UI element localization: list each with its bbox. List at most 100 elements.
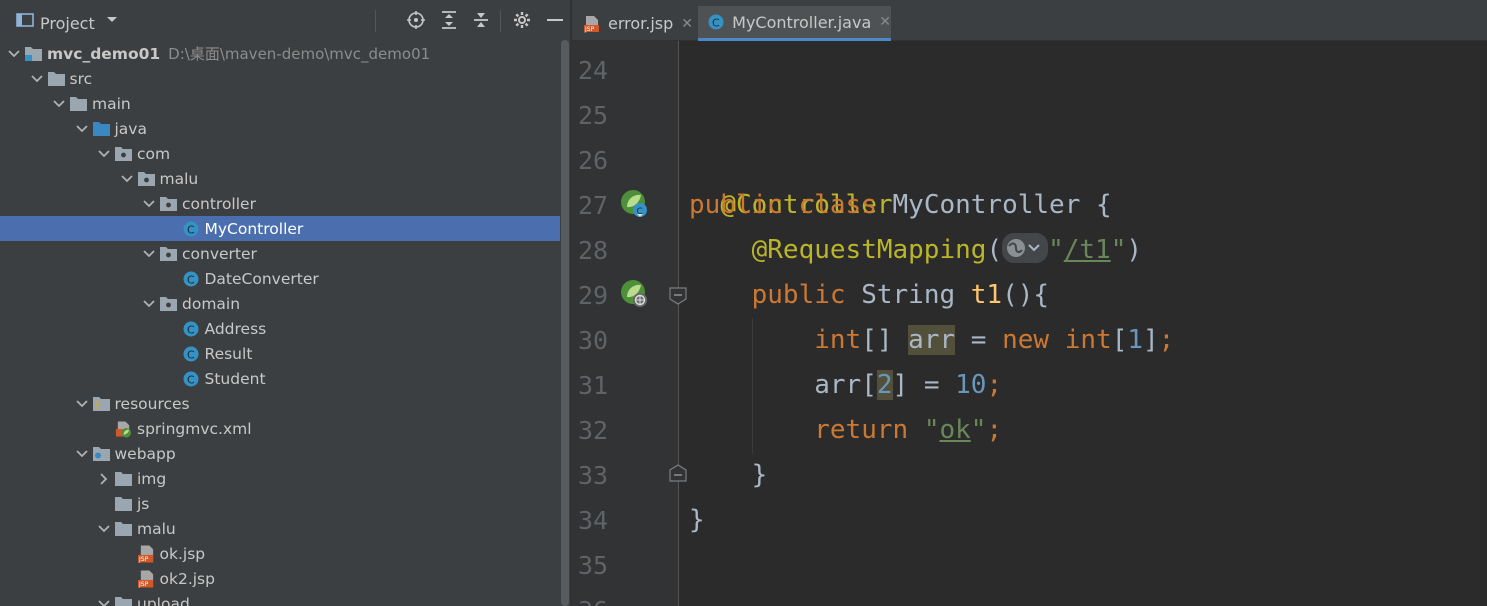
- svg-text:C: C: [187, 223, 195, 236]
- tree-item-address[interactable]: C Address: [0, 316, 570, 341]
- tree-item-label: com: [137, 144, 171, 163]
- tree-item-malu[interactable]: malu: [0, 516, 570, 541]
- tree-item-label: converter: [182, 244, 257, 263]
- url-path-token[interactable]: /t1: [1064, 235, 1111, 265]
- tree-item-label: ok2.jsp: [159, 569, 215, 588]
- chevron-down-icon[interactable]: [75, 441, 89, 466]
- tree-item-label: js: [137, 494, 150, 513]
- tree-item-springmvc-xml[interactable]: springmvc.xml: [0, 416, 570, 441]
- minimize-icon[interactable]: [545, 0, 565, 40]
- chevron-down-icon[interactable]: [75, 391, 89, 416]
- operator-token: ] =: [892, 370, 956, 400]
- string-token: ": [1110, 235, 1127, 265]
- brace-token: }: [689, 505, 705, 535]
- chevron-down-icon[interactable]: [97, 591, 111, 606]
- jsp-file-icon: JSP: [137, 541, 155, 566]
- tree-item-img[interactable]: img: [0, 466, 570, 491]
- tree-item-com[interactable]: com: [0, 141, 570, 166]
- tree-item-ok2-jsp[interactable]: JSP ok2.jsp: [0, 566, 570, 591]
- line-number: 34: [578, 506, 609, 535]
- brace-token: {: [1096, 190, 1112, 220]
- tree-item-main[interactable]: main: [0, 91, 570, 116]
- line-number: 26: [578, 146, 609, 175]
- tree-item-label: malu: [159, 169, 199, 188]
- tree-item-java[interactable]: java: [0, 116, 570, 141]
- tree-item-ok-jsp[interactable]: JSP ok.jsp: [0, 541, 570, 566]
- code-line-27: public class MyController {: [689, 183, 1112, 228]
- code-line-29: public String t1(){: [689, 273, 1049, 318]
- tree-item-js[interactable]: js: [0, 491, 570, 516]
- class-icon: C: [183, 216, 200, 241]
- tree-item-src[interactable]: src: [0, 66, 570, 91]
- web-endpoint-icon[interactable]: [1002, 232, 1049, 263]
- fold-end-icon[interactable]: [669, 464, 687, 482]
- tree-item-resources[interactable]: resources: [0, 391, 570, 416]
- bracket-token: []: [861, 325, 909, 355]
- chevron-down-icon[interactable]: [7, 41, 21, 66]
- collapse-all-icon[interactable]: [470, 0, 492, 40]
- chevron-down-icon[interactable]: [97, 516, 111, 541]
- scrollbar-thumb[interactable]: [561, 40, 569, 606]
- code-line-28: @RequestMapping("/t1"): [689, 228, 1142, 273]
- project-view-selector[interactable]: Project: [40, 0, 95, 40]
- source-folder-icon: [92, 116, 110, 141]
- package-icon: [160, 191, 177, 216]
- chevron-down-icon[interactable]: [103, 0, 121, 40]
- toolbar-separator: [500, 10, 501, 32]
- chevron-right-icon[interactable]: [97, 466, 111, 491]
- tree-item-malu[interactable]: malu: [0, 166, 570, 191]
- tree-item-student[interactable]: C Student: [0, 366, 570, 391]
- locate-file-icon[interactable]: [405, 0, 427, 40]
- bracket-token: [: [861, 370, 877, 400]
- chevron-down-icon[interactable]: [142, 291, 156, 316]
- line-number: 24: [578, 56, 609, 85]
- chevron-down-icon[interactable]: [75, 116, 89, 141]
- package-icon: [160, 241, 177, 266]
- spring-bean-icon[interactable]: C: [619, 188, 651, 220]
- tree-item-mvc-demo01[interactable]: mvc_demo01 D:\桌面\maven-demo\mvc_demo01: [0, 41, 570, 66]
- chevron-down-icon[interactable]: [97, 141, 111, 166]
- keyword-token: class: [798, 190, 877, 220]
- chevron-down-icon[interactable]: [142, 191, 156, 216]
- tree-item-upload[interactable]: upload: [0, 591, 570, 606]
- tree-item-label: main: [92, 94, 131, 113]
- line-number: 35: [578, 551, 609, 580]
- string-token: ": [1048, 235, 1064, 265]
- svg-text:C: C: [187, 323, 195, 336]
- tree-item-label: Student: [204, 369, 266, 388]
- line-number: 30: [578, 326, 609, 355]
- tab-error-jsp[interactable]: JSP error.jsp ✕: [574, 6, 696, 41]
- chevron-down-icon[interactable]: [142, 241, 156, 266]
- jsp-file-icon: JSP: [137, 566, 155, 591]
- tab-mycontroller-java[interactable]: C MyController.java ✕: [698, 6, 891, 41]
- class-icon: C: [183, 266, 200, 291]
- chevron-down-icon[interactable]: [120, 166, 134, 191]
- tree-item-label: java: [114, 119, 147, 138]
- class-icon: C: [183, 341, 200, 366]
- tree-item-label: ok.jsp: [159, 544, 206, 563]
- variable-token: arr: [814, 370, 862, 400]
- annotation-token: @RequestMapping: [751, 235, 987, 265]
- close-icon[interactable]: ✕: [681, 16, 693, 32]
- chevron-down-icon[interactable]: [52, 91, 66, 116]
- request-mapping-icon[interactable]: [619, 278, 651, 310]
- tree-item-domain[interactable]: domain: [0, 291, 570, 316]
- tree-item-mycontroller[interactable]: C MyController: [0, 216, 570, 241]
- fold-collapse-icon[interactable]: [669, 287, 687, 305]
- svg-text:C: C: [187, 273, 195, 286]
- gear-icon[interactable]: [511, 0, 533, 40]
- tree-item-controller[interactable]: controller: [0, 191, 570, 216]
- expand-all-icon[interactable]: [438, 0, 460, 40]
- tree-item-dateconverter[interactable]: C DateConverter: [0, 266, 570, 291]
- chevron-down-icon[interactable]: [30, 66, 44, 91]
- project-scrollbar[interactable]: [560, 40, 570, 606]
- close-icon[interactable]: ✕: [879, 14, 891, 30]
- spring-xml-icon: [115, 416, 132, 441]
- line-number: 27: [578, 191, 609, 220]
- tree-item-result[interactable]: C Result: [0, 341, 570, 366]
- tree-item-webapp[interactable]: webapp: [0, 441, 570, 466]
- tree-item-converter[interactable]: converter: [0, 241, 570, 266]
- keyword-token: int: [814, 325, 862, 355]
